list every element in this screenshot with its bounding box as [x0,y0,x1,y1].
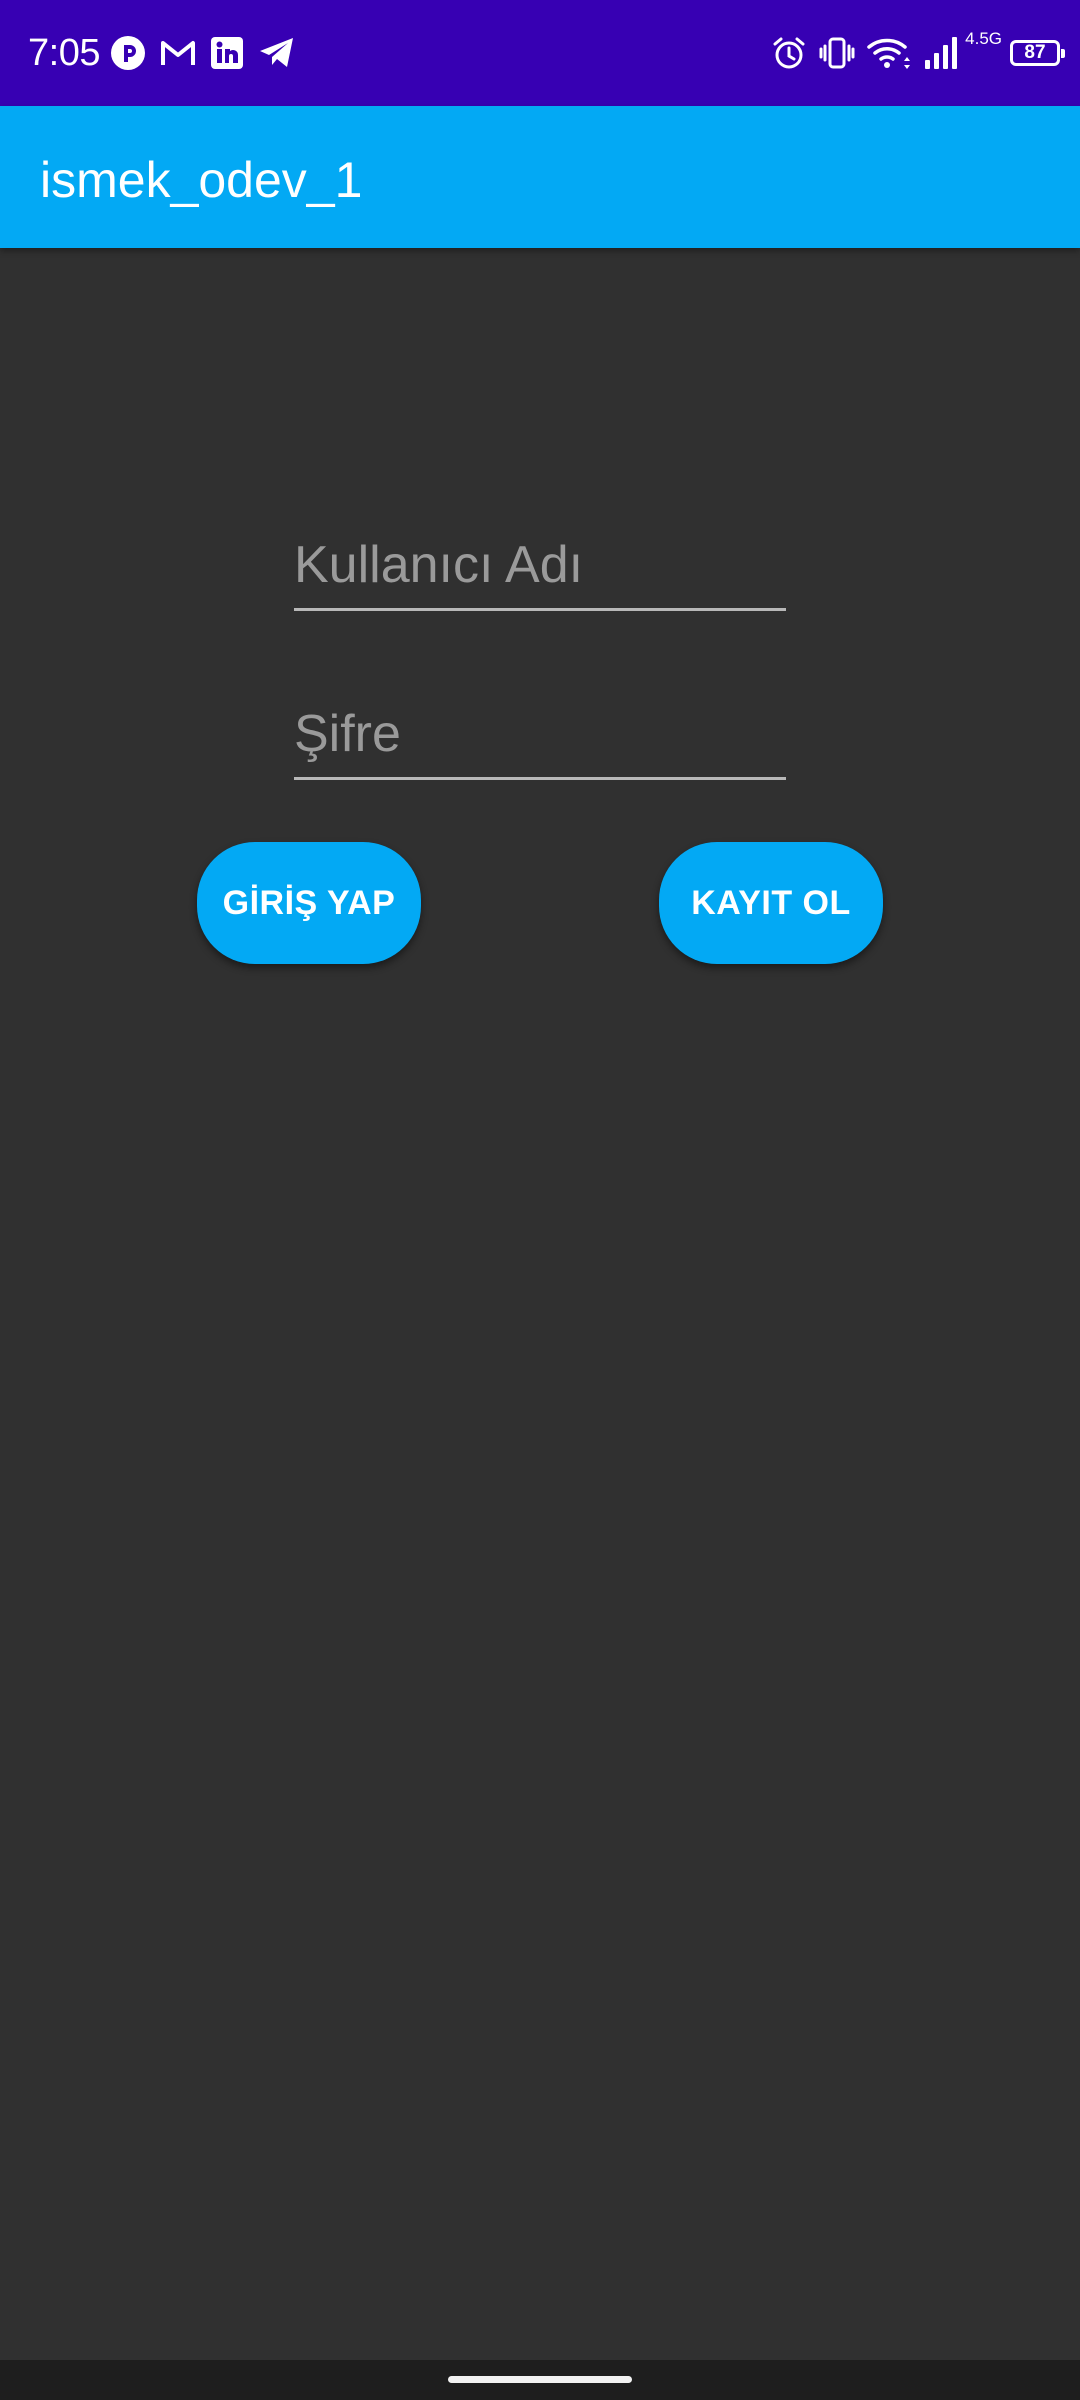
notification-icons [110,30,296,76]
navigation-bar [0,2360,1080,2400]
app-title: ismek_odev_1 [40,152,363,208]
status-time: 7:05 [28,32,100,74]
login-button[interactable]: GİRİŞ YAP [197,842,421,964]
username-field [294,531,786,611]
gmail-icon [160,38,196,68]
system-icons: 4.5G 87 [771,28,1065,78]
register-button[interactable]: KAYIT OL [659,842,883,964]
network-type: 4.5G [965,29,1002,48]
password-input[interactable] [294,701,786,767]
gesture-handle[interactable] [448,2376,632,2383]
alarm-icon [771,35,807,71]
battery-icon: 87 [1010,40,1065,66]
status-bar: 7:05 4.5G 87 [0,0,1080,106]
linkedin-icon [210,36,244,70]
username-input[interactable] [294,532,786,598]
app-screen: 7:05 4.5G 87 ismek_odev_1 Kullanıcı Adı … [0,0,1080,2400]
pinterest-like-p-icon [110,35,146,71]
battery-level: 87 [1024,42,1046,63]
wifi-icon [867,35,911,71]
vibrate-icon [819,35,855,71]
telegram-icon [258,36,296,70]
signal-icon [923,36,959,70]
password-field [294,700,786,780]
app-bar: ismek_odev_1 [0,106,1080,248]
